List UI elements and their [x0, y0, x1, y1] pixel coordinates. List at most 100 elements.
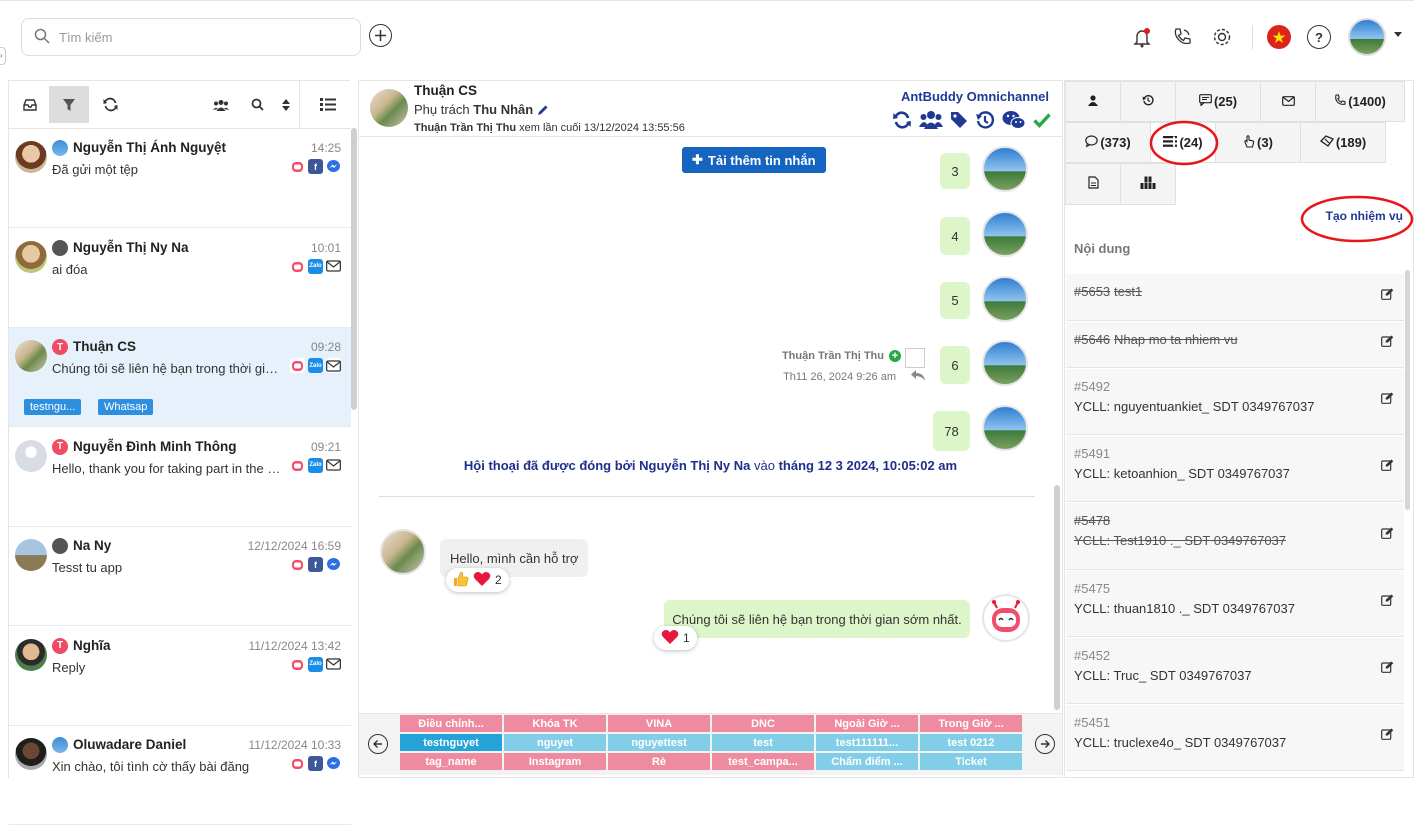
tag-icon[interactable] — [950, 111, 968, 132]
quick-tag[interactable]: test 0212 — [920, 734, 1022, 751]
avatar[interactable] — [1348, 18, 1386, 56]
edit-icon[interactable] — [1381, 288, 1394, 303]
conversation-tag[interactable]: testngu... — [24, 399, 82, 415]
tab-clicks[interactable]: (3) — [1215, 122, 1301, 163]
history-icon[interactable] — [975, 110, 995, 133]
arrow-right-icon[interactable] — [1035, 734, 1055, 754]
quick-tag[interactable]: Chấm điểm ... — [816, 753, 918, 770]
collapse-handle[interactable]: › — [0, 47, 6, 65]
tab-chats[interactable]: (373) — [1065, 122, 1151, 163]
add-circle-icon[interactable]: + — [889, 350, 901, 362]
vietnam-flag-icon[interactable] — [1267, 25, 1291, 49]
task-row[interactable]: #5451 YCLL: truclexe4o_ SDT 0349767037 — [1066, 705, 1404, 771]
refresh-icon[interactable] — [93, 86, 127, 123]
task-row[interactable]: #5646 Nhap mo ta nhiem vu — [1066, 322, 1404, 368]
help-icon[interactable]: ? — [1307, 25, 1331, 49]
contact-avatar[interactable] — [370, 89, 408, 127]
inbox-icon[interactable] — [13, 86, 47, 123]
edit-icon[interactable] — [1381, 527, 1394, 542]
sort-icon[interactable] — [273, 86, 299, 123]
tab-email[interactable] — [1260, 81, 1316, 122]
task-description: YCLL: truclexe4o_ SDT 0349767037 — [1074, 735, 1287, 750]
quick-tag[interactable]: test — [712, 734, 814, 751]
quick-tag[interactable]: Điều chỉnh... — [400, 715, 502, 732]
tab-tickets[interactable]: (189) — [1300, 122, 1386, 163]
tab-documents[interactable] — [1065, 163, 1121, 205]
channel-icons: f — [290, 159, 341, 174]
quick-tag[interactable]: test111111... — [816, 734, 918, 751]
task-row[interactable]: #5491 YCLL: ketoanhion_ SDT 0349767037 — [1066, 436, 1404, 502]
quick-tag[interactable]: VINA — [608, 715, 710, 732]
group-icon[interactable] — [207, 86, 235, 123]
edit-icon[interactable] — [1381, 661, 1394, 676]
tab-comments[interactable]: (25) — [1175, 81, 1261, 122]
conversation-item[interactable]: Na Ny 12/12/2024 16:59 Tesst tu app f — [9, 527, 351, 626]
conversation-time: 14:25 — [310, 141, 341, 155]
quick-tag[interactable]: Ticket — [920, 753, 1022, 770]
conversation-item[interactable]: Oluwadare Daniel 11/12/2024 10:33 Xin ch… — [9, 726, 351, 825]
conversation-tag[interactable]: Whatsap — [98, 399, 154, 415]
quick-tag[interactable]: test_campa... — [712, 753, 814, 770]
tab-integrations[interactable] — [1120, 163, 1176, 205]
avatar — [982, 276, 1028, 322]
conversation-item[interactable]: T Nguyễn Đình Minh Thông 09:21 Hello, th… — [9, 427, 351, 527]
select-checkbox[interactable] — [905, 348, 925, 368]
users-icon[interactable] — [919, 110, 943, 133]
edit-icon[interactable] — [1381, 335, 1394, 350]
task-row[interactable]: #5478 YCLL: Test1910 ._ SDT 0349767037 — [1066, 503, 1404, 570]
conversation-preview: Reply — [52, 659, 86, 675]
check-icon[interactable] — [1033, 112, 1051, 131]
reply-icon[interactable] — [910, 369, 926, 385]
wechat-icon[interactable] — [1002, 110, 1026, 133]
edit-icon[interactable] — [1381, 459, 1394, 474]
filter-icon[interactable] — [49, 86, 89, 123]
load-more-button[interactable]: ✚ Tải thêm tin nhắn — [682, 147, 826, 173]
message-reactions[interactable]: 1 — [654, 626, 697, 650]
reaction-count: 2 — [495, 573, 502, 587]
source-icon — [52, 239, 68, 256]
quick-tag[interactable]: DNC — [712, 715, 814, 732]
task-row[interactable]: #5653 test1 — [1066, 274, 1404, 321]
message-reactions[interactable]: 2 — [446, 568, 509, 592]
conversation-item[interactable]: T Nghĩa 11/12/2024 13:42 Reply Zalo — [9, 626, 351, 726]
conversation-name: Nguyễn Thị Ánh Nguyệt — [73, 140, 226, 155]
conversation-scrollbar[interactable] — [351, 128, 357, 410]
task-scrollbar[interactable] — [1405, 270, 1410, 510]
conversation-item[interactable]: Nguyễn Thị Ny Na 10:01 ai đóa Zalo — [9, 228, 351, 328]
conversation-list-panel: Nguyễn Thị Ánh Nguyệt 14:25 Đã gửi một t… — [8, 80, 351, 825]
quick-tag[interactable]: Instagram — [504, 753, 606, 770]
arrow-left-icon[interactable] — [368, 734, 388, 754]
quick-tag[interactable]: nguyettest — [608, 734, 710, 751]
search-input[interactable]: Tìm kiếm — [59, 30, 112, 45]
gear-icon[interactable] — [1209, 24, 1235, 50]
quick-tag[interactable]: Rè — [608, 753, 710, 770]
quick-tag[interactable]: tag_name — [400, 753, 502, 770]
quick-tag[interactable]: nguyet — [504, 734, 606, 751]
quick-tag[interactable]: Trong Giờ ... — [920, 715, 1022, 732]
task-row[interactable]: #5475 YCLL: thuan1810 ._ SDT 0349767037 — [1066, 571, 1404, 637]
bot-icon — [290, 358, 305, 373]
edit-icon[interactable] — [1381, 392, 1394, 407]
phone-icon[interactable] — [1169, 24, 1195, 50]
pencil-icon[interactable] — [537, 104, 549, 119]
edit-icon[interactable] — [1381, 594, 1394, 609]
chat-scrollbar[interactable] — [1054, 485, 1060, 710]
tab-contact[interactable] — [1065, 81, 1121, 122]
search-box[interactable]: Tìm kiếm — [21, 18, 361, 56]
tab-calls[interactable]: (1400) — [1315, 81, 1405, 122]
quick-tag[interactable]: testnguyet — [400, 734, 502, 751]
sync-icon[interactable] — [892, 110, 912, 133]
quick-tag[interactable]: Khóa TK — [504, 715, 606, 732]
task-row[interactable]: #5492 YCLL: nguyentuankiet_ SDT 03497670… — [1066, 369, 1404, 435]
quick-tag[interactable]: Ngoài Giờ ... — [816, 715, 918, 732]
chevron-down-icon[interactable] — [1394, 32, 1402, 37]
list-icon[interactable] — [311, 86, 345, 123]
conversation-item[interactable]: Nguyễn Thị Ánh Nguyệt 14:25 Đã gửi một t… — [9, 129, 351, 228]
add-icon[interactable] — [369, 24, 392, 47]
conversation-item[interactable]: T Thuận CS 09:28 Chúng tôi sẽ liên hệ bạ… — [9, 328, 351, 427]
task-row[interactable]: #5452 YCLL: Truc_ SDT 0349767037 — [1066, 638, 1404, 704]
tab-history[interactable] — [1120, 81, 1176, 122]
edit-icon[interactable] — [1381, 728, 1394, 743]
bell-icon[interactable] — [1129, 24, 1155, 50]
search-icon[interactable] — [243, 86, 271, 123]
